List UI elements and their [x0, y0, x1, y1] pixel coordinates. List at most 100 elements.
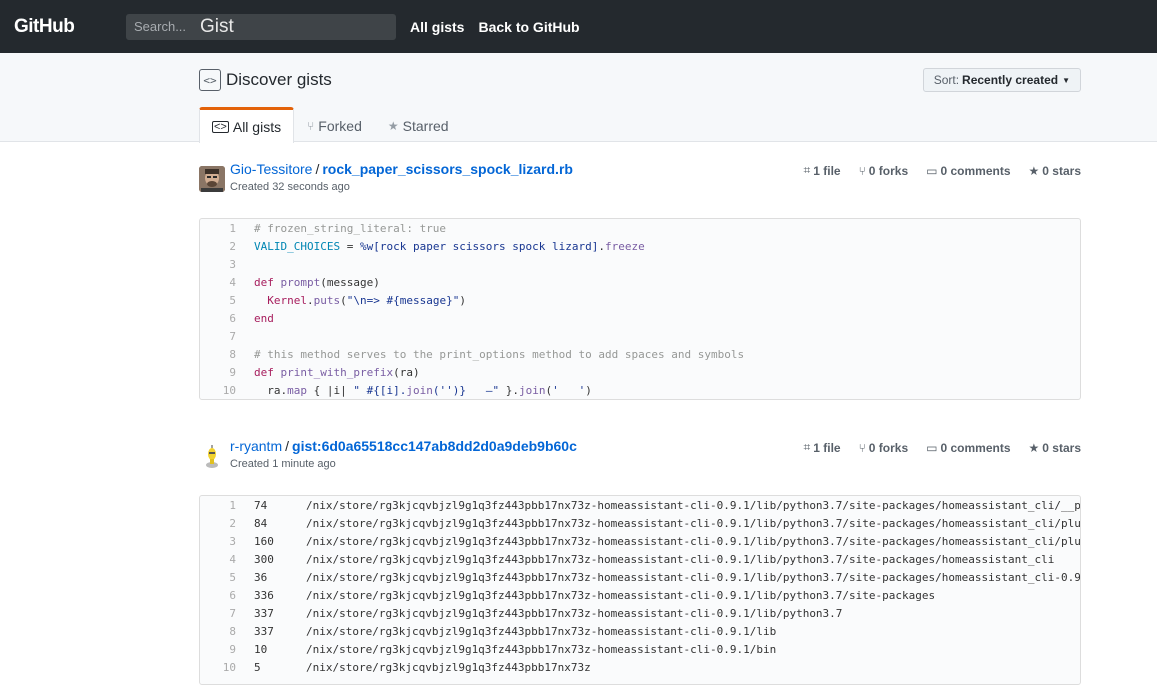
- size-cell: 160: [254, 534, 274, 548]
- gist-owner-link[interactable]: r-ryantm: [230, 438, 282, 454]
- code-line: 9 def print_with_prefix(ra): [229, 365, 420, 379]
- code-line: 4 def prompt(message): [229, 275, 380, 289]
- size-cell: 10: [254, 642, 268, 656]
- size-cell: 337: [254, 624, 274, 638]
- path-cell: /nix/store/rg3kjcqvbjzl9g1q3fz443pbb17nx…: [306, 552, 1055, 566]
- caret-down-icon: ▼: [1062, 75, 1070, 85]
- size-cell: 5: [254, 660, 261, 674]
- gist-meta: ⌗ 1 file ⑂ 0 forks ▭ 0 comments ★ 0 stars: [785, 440, 1081, 455]
- gist-title: r-ryantm / gist:6d0a65518cc147ab8dd2d0a9de…: [230, 438, 577, 454]
- files-count[interactable]: ⌗ 1 file: [803, 163, 840, 178]
- size-cell: 74: [254, 498, 268, 512]
- code-line: 9 10/nix/store/rg3kjcqvbjzl9g1q3fz443pbb1…: [229, 642, 777, 656]
- gist-item: Gio-Tessitore / rock_paper_scissors_spock_…: [199, 158, 1081, 400]
- comments-count[interactable]: ▭ 0 comments: [926, 163, 1010, 178]
- code-preview[interactable]: 1 74/nix/store/rg3kjcqvbjzl9g1q3fz443pbb1…: [199, 495, 1081, 685]
- robot-avatar-icon: [199, 443, 225, 469]
- code-line: 7: [229, 329, 236, 343]
- code-line: 6 end: [229, 311, 274, 325]
- path-cell: /nix/store/rg3kjcqvbjzl9g1q3fz443pbb17nx…: [306, 606, 843, 620]
- logo-gist-text: Gist: [200, 15, 234, 37]
- gist-created: Created 32 seconds ago: [230, 181, 350, 193]
- comment-icon: ▭: [926, 440, 938, 455]
- comments-count[interactable]: ▭ 0 comments: [926, 440, 1010, 455]
- code-line: 5 Kernel.puts("\n=> #{message}"): [229, 293, 466, 307]
- size-cell: 336: [254, 588, 274, 602]
- tab-label: Forked: [318, 117, 362, 134]
- path-cell: /nix/store/rg3kjcqvbjzl9g1q3fz443pbb17nx…: [306, 498, 1081, 512]
- code-line: 5 36/nix/store/rg3kjcqvbjzl9g1q3fz443pbb1…: [200, 568, 1080, 586]
- code-icon: <>: [199, 69, 221, 91]
- tab-forked[interactable]: ⑂ Forked: [294, 107, 375, 143]
- page-title: Discover gists: [226, 70, 332, 89]
- tab-starred[interactable]: ★ Starred: [375, 107, 462, 143]
- code-line: 6 336/nix/store/rg3kjcqvbjzl9g1q3fz443pbb…: [229, 588, 936, 602]
- gist-owner-link[interactable]: Gio-Tessitore: [230, 161, 312, 177]
- code-line: 2 84/nix/store/rg3kjcqvbjzl9g1q3fz443pbb1…: [200, 514, 1080, 532]
- code-line: 1 # frozen_string_literal: true: [229, 221, 447, 235]
- code-line: 8 337/nix/store/rg3kjcqvbjzl9g1q3fz443pbb…: [229, 624, 777, 638]
- stars-count[interactable]: ★ 0 stars: [1029, 163, 1081, 178]
- code-text: # frozen_string_literal: true: [254, 221, 447, 235]
- forks-count[interactable]: ⑂ 0 forks: [859, 163, 909, 178]
- size-cell: 300: [254, 552, 274, 566]
- size-cell: 36: [254, 570, 268, 584]
- gist-created: Created 1 minute ago: [230, 458, 336, 470]
- path-cell: /nix/store/rg3kjcqvbjzl9g1q3fz443pbb17nx…: [306, 534, 1081, 548]
- gist-tabs: <> All gists ⑂ Forked ★ Starred: [199, 107, 462, 143]
- comment-icon: ▭: [926, 163, 938, 178]
- sort-dropdown[interactable]: Sort: Recently created ▼: [922, 68, 1081, 92]
- star-icon: ★: [387, 118, 399, 133]
- code-text: end: [254, 311, 274, 325]
- path-cell: /nix/store/rg3kjcqvbjzl9g1q3fz443pbb17nx…: [306, 660, 591, 674]
- code-file-icon: ⌗: [803, 440, 811, 454]
- code-line: 10 5/nix/store/rg3kjcqvbjzl9g1q3fz443pbb1…: [222, 660, 591, 674]
- star-icon: ★: [1028, 440, 1040, 455]
- path-cell: /nix/store/rg3kjcqvbjzl9g1q3fz443pbb17nx…: [306, 588, 936, 602]
- size-cell: 84: [254, 516, 268, 530]
- separator: /: [285, 438, 290, 454]
- code-preview[interactable]: 1 # frozen_string_literal: true 2 VALID_CH…: [199, 218, 1081, 400]
- forks-count[interactable]: ⑂ 0 forks: [859, 440, 909, 455]
- code-text: # this method serves to the print_option…: [254, 347, 745, 361]
- page-subheader: <> Discover gists Sort: Recently created…: [0, 53, 1157, 143]
- code-icon: <>: [212, 120, 229, 133]
- path-cell: /nix/store/rg3kjcqvbjzl9g1q3fz443pbb17nx…: [306, 570, 1081, 584]
- files-count[interactable]: ⌗ 1 file: [803, 440, 840, 455]
- tab-label: All gists: [232, 118, 282, 135]
- fork-icon: ⑂: [307, 118, 315, 133]
- code-line: 4 300/nix/store/rg3kjcqvbjzl9g1q3fz443pbb…: [229, 552, 1055, 566]
- code-line: 3 160/nix/store/rg3kjcqvbjzl9g1q3fz443pbb…: [200, 532, 1080, 550]
- code-line: 7 337/nix/store/rg3kjcqvbjzl9g1q3fz443pbb…: [229, 606, 843, 620]
- tab-all-gists[interactable]: <> All gists: [199, 107, 295, 143]
- avatar[interactable]: [199, 166, 225, 192]
- code-line: 2 VALID_CHOICES = %w[rock paper scissors …: [229, 239, 645, 253]
- user-photo-icon: [199, 166, 225, 192]
- gist-item: r-ryantm / gist:6d0a65518cc147ab8dd2d0a9de…: [199, 435, 1081, 685]
- separator: /: [315, 161, 320, 177]
- fork-icon: ⑂: [858, 163, 866, 178]
- path-cell: /nix/store/rg3kjcqvbjzl9g1q3fz443pbb17nx…: [306, 624, 777, 638]
- sort-label: Sort:: [933, 73, 960, 87]
- code-text: Kernel.puts("\n=> #{message}"): [267, 293, 466, 307]
- sort-value: Recently created: [962, 73, 1059, 87]
- code-line: 1 74/nix/store/rg3kjcqvbjzl9g1q3fz443pbb1…: [200, 496, 1080, 514]
- top-header: GitHub Gist All gists Back to GitHub: [0, 0, 1157, 53]
- path-cell: /nix/store/rg3kjcqvbjzl9g1q3fz443pbb17nx…: [306, 642, 777, 656]
- avatar[interactable]: [199, 443, 225, 469]
- gist-meta: ⌗ 1 file ⑂ 0 forks ▭ 0 comments ★ 0 stars: [785, 163, 1081, 178]
- code-file-icon: ⌗: [803, 163, 811, 177]
- github-gist-logo[interactable]: GitHub Gist: [14, 16, 234, 38]
- code-line: 8 # this method serves to the print_optio…: [229, 347, 745, 361]
- fork-icon: ⑂: [858, 440, 866, 455]
- gist-title: Gio-Tessitore / rock_paper_scissors_spock_…: [230, 161, 573, 177]
- stars-count[interactable]: ★ 0 stars: [1029, 440, 1081, 455]
- code-text: def print_with_prefix(ra): [254, 365, 420, 379]
- code-line: 10 ra.map { |i| " #{[i].join('')} —" }.j…: [222, 383, 592, 397]
- star-icon: ★: [1028, 163, 1040, 178]
- gist-filename-link[interactable]: rock_paper_scissors_spock_lizard.rb: [322, 161, 573, 177]
- tab-label: Starred: [402, 117, 449, 134]
- size-cell: 337: [254, 606, 274, 620]
- code-text: def prompt(message): [254, 275, 380, 289]
- gist-filename-link[interactable]: gist:6d0a65518cc147ab8dd2d0a9deb9b60c: [292, 438, 577, 454]
